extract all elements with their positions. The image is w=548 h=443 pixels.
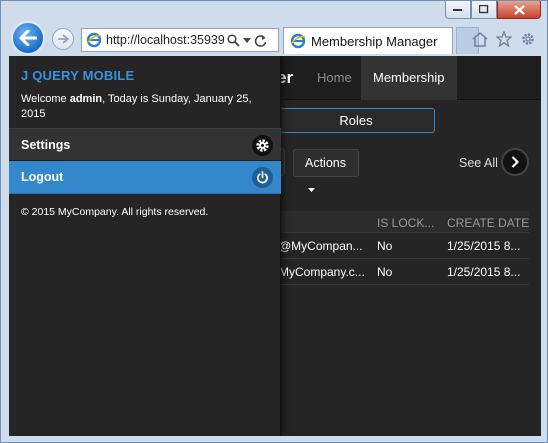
see-all-link[interactable]: See All [459,156,498,170]
page-viewport: er Home Membership Roles Actions See All… [9,56,541,436]
side-panel: J QUERY MOBILE Welcome admin, Today is S… [9,56,281,436]
cell-locked: No [377,265,393,279]
cell-email: @MyCompan... [279,239,363,253]
cell-create-date: 1/25/2015 8... [447,239,521,253]
close-button[interactable] [497,1,541,19]
ie-logo-icon [86,32,102,48]
home-icon[interactable] [471,30,489,48]
logout-button[interactable]: Logout [9,161,281,194]
gear-icon [252,135,273,156]
welcome-user: admin [69,93,103,105]
favorites-star-icon[interactable] [495,30,513,48]
maximize-icon [479,5,489,14]
column-header-locked[interactable]: IS LOCK... [377,216,437,230]
roles-button[interactable]: Roles [277,108,435,133]
minimize-button[interactable] [445,1,471,19]
logout-label: Logout [21,170,64,184]
back-button[interactable] [11,21,45,55]
search-icon[interactable] [227,33,240,47]
copyright-footer: © 2015 MyCompany. All rights reserved. [21,206,209,218]
actions-label: Actions [305,156,346,170]
url-text: http://localhost:35939 [106,33,224,47]
tools-gear-icon[interactable] [519,30,537,48]
cell-create-date: 1/25/2015 8... [447,265,521,279]
forward-button[interactable] [52,28,74,50]
column-header-create-date[interactable]: CREATE DATE [447,216,531,230]
chevron-right-icon [511,156,519,168]
refresh-icon[interactable] [254,34,267,47]
welcome-prefix: Welcome [21,93,70,105]
maximize-button[interactable] [471,1,497,19]
nav-membership[interactable]: Membership [361,56,457,100]
panel-title: J QUERY MOBILE [21,68,135,83]
close-icon [513,4,525,15]
nav-home[interactable]: Home [305,56,364,100]
browser-window: http://localhost:35939 Membership Manage… [0,0,548,443]
welcome-text: Welcome admin, Today is Sunday, January … [21,92,271,122]
address-bar[interactable]: http://localhost:35939 [81,28,279,52]
dropdown-arrow-icon[interactable] [243,37,251,43]
actions-button[interactable]: Actions [293,149,359,192]
settings-label: Settings [21,137,71,152]
window-caption-buttons [445,1,541,19]
browser-tab[interactable]: Membership Manager [283,27,453,54]
browser-toolbar [471,30,537,48]
see-all-arrow-button[interactable] [501,148,529,176]
settings-button[interactable]: Settings [9,128,281,161]
back-arrow-icon [19,30,37,46]
tab-title: Membership Manager [311,33,438,49]
cell-locked: No [377,239,393,253]
caret-down-icon [308,187,315,192]
cell-email: MyCompany.c... [279,265,365,279]
forward-arrow-icon [58,34,69,44]
minimize-icon [453,8,462,11]
tab-ie-icon [290,33,306,49]
power-icon [252,167,273,188]
